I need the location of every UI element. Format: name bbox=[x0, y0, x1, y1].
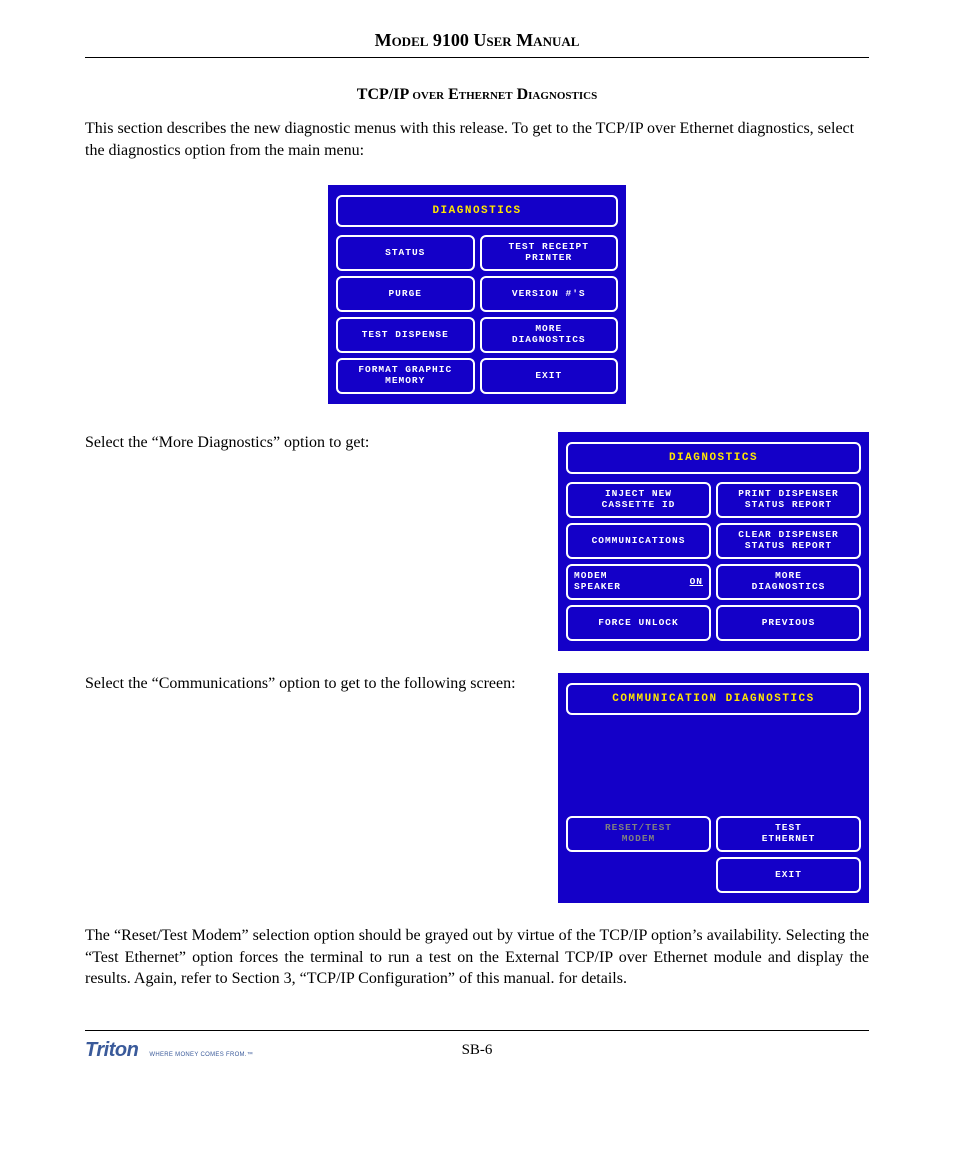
section-title: TCP/IP over Ethernet Diagnostics bbox=[85, 86, 869, 104]
format-graphic-memory-button[interactable]: FORMAT GRAPHIC MEMORY bbox=[336, 358, 475, 394]
body-paragraph: The “Reset/Test Modem” selection option … bbox=[85, 925, 869, 990]
more-diagnostics-instruction: Select the “More Diagnostics” option to … bbox=[85, 432, 542, 454]
previous-button[interactable]: PREVIOUS bbox=[716, 605, 861, 641]
clear-dispenser-status-report-button[interactable]: CLEAR DISPENSER STATUS REPORT bbox=[716, 523, 861, 559]
print-dispenser-status-report-button[interactable]: PRINT DISPENSER STATUS REPORT bbox=[716, 482, 861, 518]
screen3-title: COMMUNICATION DIAGNOSTICS bbox=[566, 683, 861, 715]
purge-button[interactable]: PURGE bbox=[336, 276, 475, 312]
diagnostics-screen-1: DIAGNOSTICS STATUS TEST RECEIPT PRINTER … bbox=[328, 185, 626, 404]
version-numbers-button[interactable]: VERSION #'S bbox=[480, 276, 619, 312]
modem-speaker-value: ON bbox=[690, 577, 703, 588]
logo-text: Triton bbox=[85, 1039, 138, 1061]
inject-new-cassette-id-button[interactable]: INJECT NEW CASSETTE ID bbox=[566, 482, 711, 518]
intro-paragraph: This section describes the new diagnosti… bbox=[85, 118, 869, 161]
more-diagnostics-button-2[interactable]: MORE DIAGNOSTICS bbox=[716, 564, 861, 600]
triton-logo: Triton WHERE MONEY COMES FROM.™ bbox=[85, 1039, 265, 1062]
communications-instruction: Select the “Communications” option to ge… bbox=[85, 673, 542, 695]
screen1-title: DIAGNOSTICS bbox=[336, 195, 618, 227]
test-receipt-printer-button[interactable]: TEST RECEIPT PRINTER bbox=[480, 235, 619, 271]
modem-speaker-label: MODEM SPEAKER bbox=[574, 571, 621, 593]
exit-button-3[interactable]: EXIT bbox=[716, 857, 861, 893]
logo-tagline: WHERE MONEY COMES FROM.™ bbox=[149, 1052, 253, 1058]
exit-button[interactable]: EXIT bbox=[480, 358, 619, 394]
test-ethernet-button[interactable]: TEST ETHERNET bbox=[716, 816, 861, 852]
modem-speaker-toggle[interactable]: MODEM SPEAKER ON bbox=[566, 564, 711, 600]
reset-test-modem-button: RESET/TEST MODEM bbox=[566, 816, 711, 852]
force-unlock-button[interactable]: FORCE UNLOCK bbox=[566, 605, 711, 641]
page-number: SB-6 bbox=[265, 1042, 689, 1059]
test-dispense-button[interactable]: TEST DISPENSE bbox=[336, 317, 475, 353]
status-button[interactable]: STATUS bbox=[336, 235, 475, 271]
screen2-title: DIAGNOSTICS bbox=[566, 442, 861, 474]
page-header: Model 9100 User Manual bbox=[85, 30, 869, 58]
communication-diagnostics-screen: COMMUNICATION DIAGNOSTICS RESET/TEST MOD… bbox=[558, 673, 869, 903]
communications-button[interactable]: COMMUNICATIONS bbox=[566, 523, 711, 559]
more-diagnostics-button[interactable]: MORE DIAGNOSTICS bbox=[480, 317, 619, 353]
diagnostics-screen-2: DIAGNOSTICS INJECT NEW CASSETTE ID PRINT… bbox=[558, 432, 869, 651]
